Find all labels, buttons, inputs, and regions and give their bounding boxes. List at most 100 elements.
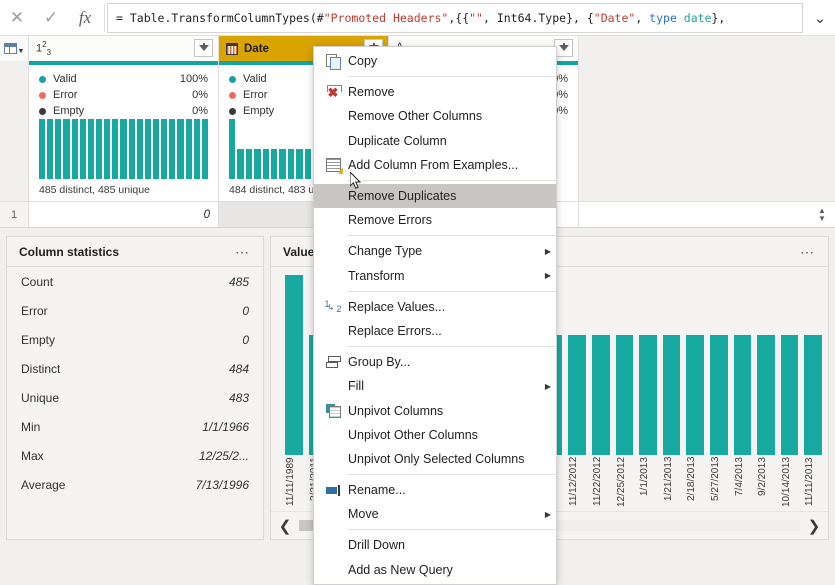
menu-item-label: Replace Values... xyxy=(348,299,446,314)
menu-item-unpivot-other-columns[interactable]: Unpivot Other Columns xyxy=(314,423,556,447)
menu-item-group-by[interactable]: Group By... xyxy=(314,350,556,374)
histogram-bar xyxy=(71,119,78,179)
distribution-bar[interactable] xyxy=(285,275,303,455)
menu-item-change-type[interactable]: Change Type ▶ xyxy=(314,239,556,263)
ellipsis-icon[interactable]: ⋯ xyxy=(800,245,816,259)
date-icon xyxy=(226,42,238,55)
menu-item-label: Transform xyxy=(348,268,405,283)
distribution-bar[interactable] xyxy=(780,335,799,455)
histogram-bar xyxy=(120,119,127,179)
valid-dot-icon xyxy=(39,75,46,83)
column-header-number[interactable]: 123 xyxy=(29,36,219,61)
menu-item-unpivot-only-selected-columns[interactable]: Unpivot Only Selected Columns xyxy=(314,447,556,471)
quality-label: Empty xyxy=(53,105,85,117)
menu-item-remove[interactable]: ✖ Remove xyxy=(314,80,556,104)
distribution-bar[interactable] xyxy=(709,335,728,455)
distribution-bar[interactable] xyxy=(639,335,657,455)
menu-item-replace-values[interactable]: 1 ↳ 2 Replace Values... xyxy=(314,295,556,319)
statistic-label: Distinct xyxy=(21,361,61,376)
remove-icon: ✖ xyxy=(318,84,348,100)
distribution-bar[interactable] xyxy=(615,335,634,455)
quality-label: Error xyxy=(53,89,78,101)
whole-number-icon: 123 xyxy=(36,40,52,57)
statistic-label: Count xyxy=(21,274,54,289)
formula-token: , xyxy=(635,10,650,25)
page-title: Column statistics xyxy=(19,244,120,259)
distribution-bar[interactable] xyxy=(733,335,752,455)
distribution-bar[interactable] xyxy=(662,335,681,455)
distribution-bar[interactable] xyxy=(804,335,823,455)
quality-valid-row: Valid 100% xyxy=(39,71,208,87)
table-select-all-icon[interactable]: ▼ xyxy=(0,36,29,61)
quality-error-row: Error 0% xyxy=(39,87,208,103)
chevron-down-icon[interactable]: ⌄ xyxy=(805,1,835,35)
menu-item-transform[interactable]: Transform ▶ xyxy=(314,264,556,288)
chevron-right-icon[interactable]: ❯ xyxy=(800,517,828,535)
distribution-bar[interactable] xyxy=(757,335,775,455)
column-quality-card: Valid 100% Error 0% Empty 0% 485 distinc… xyxy=(29,61,219,201)
histogram-bar xyxy=(128,119,135,179)
menu-item-label: Remove Duplicates xyxy=(348,189,457,204)
menu-item-label: Add Column From Examples... xyxy=(348,157,519,172)
menu-item-remove-errors[interactable]: Remove Errors xyxy=(314,208,556,232)
menu-item-duplicate-column[interactable]: Duplicate Column xyxy=(314,129,556,153)
chevron-right-icon: ▶ xyxy=(544,381,552,391)
column-header-label: Date xyxy=(244,42,269,55)
formula-token: "Date" xyxy=(593,10,636,25)
menu-item-move[interactable]: Move ▶ xyxy=(314,502,556,526)
table-cell[interactable]: 0 xyxy=(29,202,219,227)
statistic-row: Distinct 484 xyxy=(7,354,263,383)
distribution-bar[interactable] xyxy=(591,335,610,455)
histogram-bar xyxy=(79,119,86,179)
menu-item-fill[interactable]: Fill ▶ xyxy=(314,374,556,398)
menu-item-remove-duplicates[interactable]: Remove Duplicates xyxy=(314,183,556,209)
menu-item-add-as-new-query[interactable]: Add as New Query xyxy=(314,558,556,582)
filter-icon[interactable] xyxy=(194,39,213,57)
statistics-list: Count 485 Error 0 Empty 0 Distinct 484 Unique 483… xyxy=(7,267,263,499)
quality-histogram xyxy=(29,119,218,181)
histogram-bar xyxy=(144,119,151,179)
menu-item-unpivot-columns[interactable]: Unpivot Columns xyxy=(314,398,556,422)
quality-label: Valid xyxy=(53,73,77,85)
menu-item-label: Change Type xyxy=(348,244,423,259)
histogram-bar xyxy=(161,119,168,179)
statistic-row: Min 1/1/1966 xyxy=(7,412,263,441)
axis-tick-label: 10/14/2013 xyxy=(780,457,792,508)
menu-item-copy[interactable]: Copy xyxy=(314,49,556,73)
formula-input[interactable]: = Table.TransformColumnTypes(#"Promoted … xyxy=(107,2,803,33)
quality-footer: 485 distinct, 485 unique xyxy=(39,184,150,196)
menu-item-replace-errors[interactable]: Replace Errors... xyxy=(314,319,556,343)
column-context-menu[interactable]: Copy ✖ Remove Remove Other Columns Duplicate… xyxy=(313,46,557,585)
histogram-bar xyxy=(237,149,244,179)
menu-item-add-column-from-examples[interactable]: Add Column From Examples... xyxy=(314,153,556,177)
distribution-bar[interactable] xyxy=(686,335,704,455)
ellipsis-icon[interactable]: ⋯ xyxy=(235,245,251,259)
statistic-row: Average 7/13/1996 xyxy=(7,470,263,499)
histogram-bar xyxy=(229,119,236,179)
histogram-bar xyxy=(185,119,192,179)
check-icon[interactable]: ✓ xyxy=(34,1,68,35)
histogram-bar xyxy=(270,149,278,179)
menu-item-remove-other-columns[interactable]: Remove Other Columns xyxy=(314,104,556,128)
chevron-left-icon[interactable]: ❮ xyxy=(271,517,299,535)
add-column-from-examples-icon xyxy=(318,157,348,174)
histogram-bar xyxy=(47,119,54,179)
column-header-empty xyxy=(579,36,835,61)
unpivot-icon xyxy=(318,403,348,418)
menu-separator xyxy=(348,529,556,531)
menu-item-drill-down[interactable]: Drill Down xyxy=(314,533,556,557)
histogram-bar xyxy=(254,149,261,179)
menu-separator xyxy=(348,346,556,348)
menu-separator xyxy=(348,235,556,237)
menu-item-rename[interactable]: Rename... xyxy=(314,478,556,502)
menu-item-label: Remove Other Columns xyxy=(348,109,483,124)
spinner-up-down-icon[interactable]: ▲ ▼ xyxy=(815,204,829,226)
table-cell[interactable] xyxy=(579,202,835,227)
close-icon[interactable]: ✕ xyxy=(0,1,34,35)
formula-text: = Table.TransformColumnTypes(#"Promoted … xyxy=(116,11,725,25)
histogram-bar xyxy=(95,119,103,179)
distribution-bar[interactable] xyxy=(568,335,586,455)
menu-item-label: Rename... xyxy=(348,483,406,498)
empty-dot-icon xyxy=(39,107,46,115)
axis-tick-label: 5/27/2013 xyxy=(709,457,721,502)
